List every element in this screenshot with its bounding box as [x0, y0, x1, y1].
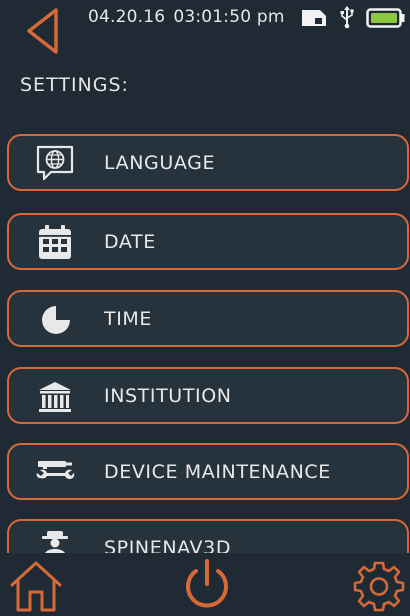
- bottom-bar: [0, 553, 410, 616]
- clock-pie-icon: [35, 301, 75, 339]
- sd-card-icon: [301, 9, 327, 27]
- menu-item-device-maintenance[interactable]: DEVICE MAINTENANCE: [7, 443, 409, 500]
- menu-item-date[interactable]: DATE: [7, 213, 409, 270]
- menu-item-institution[interactable]: INSTITUTION: [7, 367, 409, 424]
- settings-screen: 04.20.16 03:01:50 pm SETTINGS: LANGUAGE …: [0, 0, 410, 616]
- page-title: SETTINGS:: [20, 74, 129, 96]
- status-datetime: 04.20.16 03:01:50 pm: [88, 7, 285, 27]
- globe-chat-icon: [35, 145, 75, 183]
- menu-item-label: INSTITUTION: [104, 385, 232, 407]
- menu-item-label: LANGUAGE: [104, 152, 216, 174]
- home-icon: [10, 561, 62, 612]
- menu-item-language[interactable]: LANGUAGE: [7, 134, 409, 191]
- gear-icon: [353, 561, 405, 612]
- battery-icon: [366, 8, 406, 28]
- menu-item-label: SPINENAV3D: [104, 537, 232, 553]
- menu-item-label: TIME: [104, 308, 153, 330]
- power-button[interactable]: [181, 556, 233, 612]
- menu-item-label: DEVICE MAINTENANCE: [104, 461, 331, 483]
- back-button[interactable]: [20, 5, 64, 57]
- status-date: 04.20.16: [88, 7, 166, 27]
- menu-item-spinenav3d[interactable]: SPINENAV3D: [7, 519, 409, 553]
- usb-icon: [339, 5, 355, 29]
- calendar-icon: [35, 224, 75, 262]
- settings-menu-list[interactable]: LANGUAGE DATE TIME INSTITUTION DEVICE MA…: [0, 129, 410, 553]
- wrench-icon: [35, 454, 75, 492]
- person-icon: [35, 530, 75, 553]
- menu-item-label: DATE: [104, 231, 156, 253]
- menu-item-time[interactable]: TIME: [7, 290, 409, 347]
- power-icon: [186, 559, 228, 608]
- institution-icon: [35, 378, 75, 416]
- settings-button[interactable]: [352, 559, 406, 613]
- home-button[interactable]: [8, 559, 64, 613]
- status-time: 03:01:50 pm: [173, 7, 285, 27]
- back-arrow-icon: [27, 8, 58, 54]
